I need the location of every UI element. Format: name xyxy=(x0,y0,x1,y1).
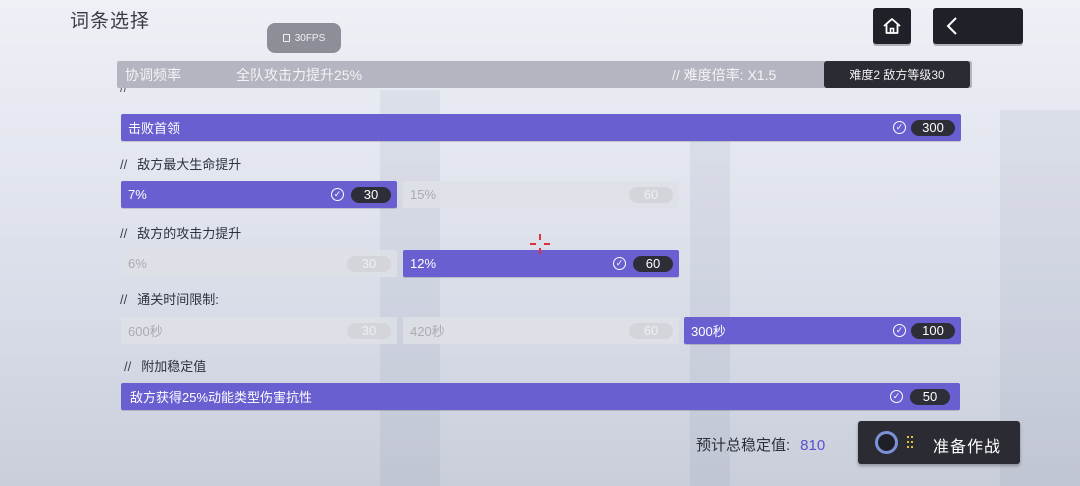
check-icon: ✓ xyxy=(331,188,344,201)
ready-button-label: 准备作战 xyxy=(933,439,1002,456)
option-label: 敌方获得25%动能类型伤害抗性 xyxy=(130,390,313,405)
crosshair-icon xyxy=(530,234,550,254)
option-value: 100 xyxy=(911,322,955,339)
option-attack-12[interactable]: 12% ✓ 60 xyxy=(403,250,679,277)
option-label: 600秒 xyxy=(128,324,163,339)
total-stability-value: 810 xyxy=(800,437,826,454)
option-label: 击败首领 xyxy=(128,121,181,136)
clipped-section-heading: // xyxy=(120,88,360,96)
option-time-300[interactable]: 300秒 ✓ 100 xyxy=(684,317,961,344)
option-value: 60 xyxy=(629,322,673,339)
fps-label: 30FPS xyxy=(294,32,326,44)
option-time-600[interactable]: 600秒 30 xyxy=(121,317,397,344)
ring-icon xyxy=(875,431,898,454)
option-value: 60 xyxy=(629,186,673,203)
option-label: 12% xyxy=(410,256,437,271)
background-building xyxy=(380,90,440,486)
option-value: 50 xyxy=(910,388,950,405)
option-value: 30 xyxy=(347,255,391,272)
section-title-time-limit: //通关时间限制: xyxy=(120,292,219,307)
total-stability: 预计总稳定值: 810 xyxy=(696,434,825,455)
home-button[interactable] xyxy=(873,8,911,44)
team-bonus-text: 全队攻击力提升25% xyxy=(236,66,363,83)
page-title: 词条选择 xyxy=(70,11,151,32)
option-value: 30 xyxy=(347,322,391,339)
frequency-info-bar: 协调频率 全队攻击力提升25% // 难度倍率: X1.5 难度2 敌方等级30 xyxy=(117,61,972,88)
option-value: 300 xyxy=(911,119,955,136)
check-icon: ✓ xyxy=(893,324,906,337)
option-value: 60 xyxy=(633,255,673,272)
option-label: 300秒 xyxy=(691,324,726,339)
home-icon xyxy=(883,18,901,34)
option-max-hp-7[interactable]: 7% ✓ 30 xyxy=(121,181,397,208)
check-icon: ✓ xyxy=(890,390,903,403)
option-attack-6[interactable]: 6% 30 xyxy=(121,250,397,277)
total-stability-label: 预计总稳定值: xyxy=(696,437,791,454)
fps-badge: 30FPS xyxy=(267,23,341,53)
option-kinetic-resistance[interactable]: 敌方获得25%动能类型伤害抗性 ✓ 50 xyxy=(121,383,960,410)
section-title-enemy-max-hp: //敌方最大生命提升 xyxy=(120,157,242,172)
check-icon: ✓ xyxy=(613,257,626,270)
option-label: 15% xyxy=(410,187,437,202)
difficulty-badge: 难度2 敌方等级30 xyxy=(824,61,970,88)
check-icon: ✓ xyxy=(893,121,906,134)
option-label: 6% xyxy=(128,256,147,271)
section-title-extra-stability: //附加稳定值 xyxy=(124,359,207,374)
frequency-label: 协调频率 xyxy=(125,66,181,83)
option-label: 420秒 xyxy=(410,324,445,339)
option-label: 7% xyxy=(128,187,147,202)
option-time-420[interactable]: 420秒 60 xyxy=(403,317,679,344)
back-button[interactable] xyxy=(933,8,1023,44)
option-defeat-boss[interactable]: 击败首领 ✓ 300 xyxy=(121,114,961,141)
ready-for-battle-button[interactable]: 准备作战 xyxy=(858,421,1020,464)
dots-icon xyxy=(907,436,913,449)
chevron-left-icon xyxy=(946,17,957,35)
difficulty-multiplier: // 难度倍率: X1.5 xyxy=(672,66,777,83)
fps-icon xyxy=(282,34,290,42)
section-title-enemy-attack: //敌方的攻击力提升 xyxy=(120,226,242,241)
option-value: 30 xyxy=(351,186,391,203)
option-max-hp-15[interactable]: 15% 60 xyxy=(403,181,679,208)
